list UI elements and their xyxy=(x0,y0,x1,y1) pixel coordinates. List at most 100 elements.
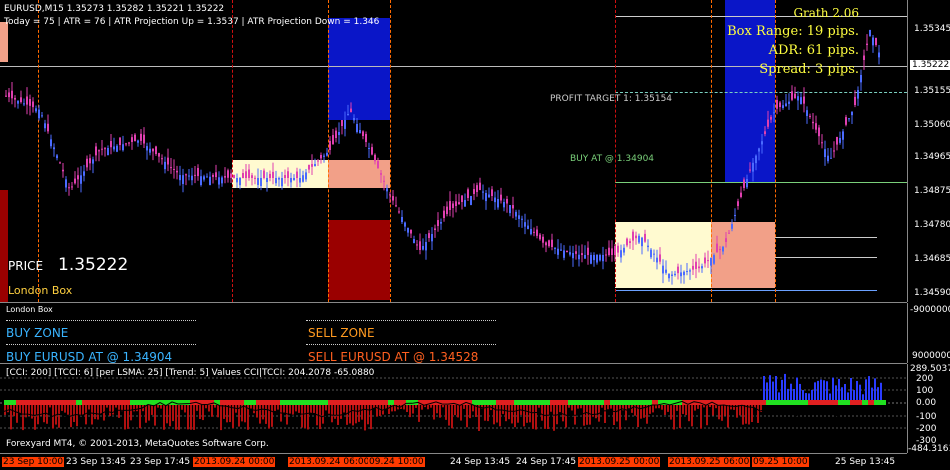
candle-body xyxy=(89,158,91,164)
candle-body xyxy=(476,185,478,192)
candle-body xyxy=(845,117,847,125)
cci-bar xyxy=(130,403,132,421)
cci-bar xyxy=(880,382,882,403)
cci-bar xyxy=(307,403,309,430)
cci-bar xyxy=(232,403,234,429)
trend-segment xyxy=(544,400,550,405)
cci-bar xyxy=(73,403,75,422)
trend-segment xyxy=(724,400,730,405)
trend-segment xyxy=(484,400,490,405)
candle-body xyxy=(314,164,316,167)
cci-bar xyxy=(499,403,501,427)
candle-body xyxy=(47,123,49,132)
candle-body xyxy=(749,169,751,171)
candle-body xyxy=(623,247,625,253)
trend-segment xyxy=(4,400,10,405)
candle-body xyxy=(434,228,436,230)
candle-body xyxy=(572,253,574,259)
candle-body xyxy=(641,237,643,247)
candle-body xyxy=(698,266,700,269)
time-axis[interactable]: 23 Sep 10:00 23 Sep 13:45 23 Sep 17:45 2013… xyxy=(0,454,950,470)
candle-body xyxy=(800,97,802,104)
candle-body xyxy=(410,229,412,234)
candle-body xyxy=(653,253,655,255)
candle-body xyxy=(803,96,805,104)
copyright-label: Forexyard MT4, © 2001-2013, MetaQuotes S… xyxy=(6,439,269,449)
candle-body xyxy=(878,52,880,58)
trend-segment xyxy=(88,400,94,405)
cci-bar xyxy=(55,403,57,425)
cci-bar xyxy=(148,403,150,421)
trend-segment xyxy=(814,400,820,405)
candle-body xyxy=(347,114,349,116)
cci-bar xyxy=(448,403,450,426)
candle-body xyxy=(851,111,853,116)
time-tick: 09.24 10:00 xyxy=(368,457,425,467)
candle-body xyxy=(830,157,832,159)
trend-segment xyxy=(718,400,724,405)
trend-segment xyxy=(250,400,256,405)
candle-body xyxy=(794,93,796,98)
cci-bar xyxy=(751,403,753,423)
cci-bar xyxy=(736,403,738,418)
candle-body xyxy=(842,131,844,140)
cci-bar xyxy=(766,382,768,403)
candle-body xyxy=(506,198,508,204)
trend-segment xyxy=(106,400,112,405)
trend-segment xyxy=(598,400,604,405)
candle-body xyxy=(848,118,850,120)
candle-body xyxy=(608,247,610,255)
trend-segment xyxy=(52,400,58,405)
cci-bar xyxy=(604,403,606,423)
candle-body xyxy=(278,178,280,180)
candle-body xyxy=(68,187,70,189)
cci-bar xyxy=(34,403,36,430)
time-tick: 23 Sep 10:00 xyxy=(2,457,65,467)
candle-body xyxy=(686,271,688,273)
london-box-pane[interactable]: London Box BUY ZONE SELL ZONE BUY EURUSD… xyxy=(0,303,907,364)
trend-segment xyxy=(808,400,814,405)
cci-bar xyxy=(433,403,435,420)
trend-segment xyxy=(580,400,586,405)
candle-body xyxy=(326,152,328,156)
candle-body xyxy=(173,169,175,171)
cci-bar xyxy=(613,403,615,425)
candle-body xyxy=(524,222,526,227)
cci-bar xyxy=(211,403,213,417)
cci-bar xyxy=(838,378,840,403)
candle-body xyxy=(539,234,541,240)
trend-segment xyxy=(802,400,808,405)
candle-body xyxy=(425,242,427,251)
time-tick: 2013.09.25 06:00 xyxy=(668,457,751,467)
candle-body xyxy=(170,167,172,169)
candle-body xyxy=(602,255,604,262)
cci-bar xyxy=(487,403,489,422)
candle-body xyxy=(50,139,52,147)
cci-bar xyxy=(523,403,525,427)
trend-segment xyxy=(274,400,280,405)
trend-segment xyxy=(316,400,322,405)
divider xyxy=(306,344,496,345)
candle-body xyxy=(626,238,628,246)
candle-body xyxy=(767,119,769,127)
trend-segment xyxy=(262,400,268,405)
candle-body xyxy=(101,148,103,150)
candle-body xyxy=(467,189,469,198)
cci-bar xyxy=(706,403,708,426)
trend-segment xyxy=(778,400,784,405)
candle-body xyxy=(416,244,418,246)
cci-bar xyxy=(796,377,798,403)
price-tick: 1.35060 xyxy=(914,120,950,130)
cci-bar xyxy=(31,403,33,419)
candle-body xyxy=(122,144,124,151)
price-axis[interactable]: 1.35345 1.35222 1.35155 1.35060 1.34965 … xyxy=(907,0,950,302)
candle-body xyxy=(821,142,823,144)
candle-body xyxy=(824,149,826,157)
candle-body xyxy=(209,176,211,186)
price-chart-pane[interactable]: EURUSD,M15 1.35273 1.35282 1.35221 1.352… xyxy=(0,0,907,303)
mid-axis-bottom: 9000000 xyxy=(912,351,950,361)
trend-segment xyxy=(754,400,760,405)
candle-body xyxy=(518,215,520,219)
cci-indicator-pane[interactable]: [CCI: 200] [TCCI: 6] [per LSMA: 25] [Tre… xyxy=(0,364,907,454)
trend-segment xyxy=(46,400,52,405)
